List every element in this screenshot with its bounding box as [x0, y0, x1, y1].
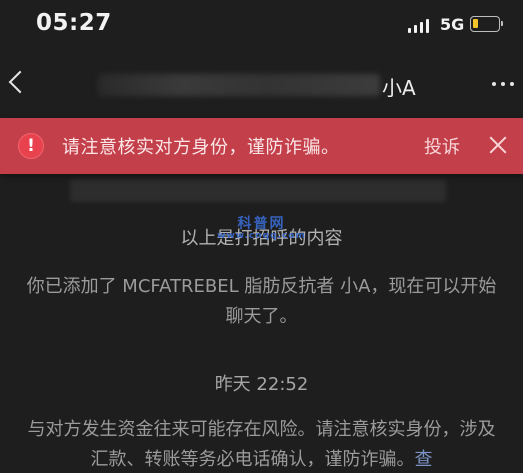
watermark-logo: 科普网 www.cnqq.com	[0, 213, 523, 241]
risk-note-link[interactable]: 查	[415, 449, 433, 470]
signal-icon	[408, 19, 432, 33]
warning-text: 请注意核实对方身份，谨防诈骗。	[62, 137, 340, 158]
friend-added-note: 你已添加了 MCFATREBEL 脂肪反抗者 小A，现在可以开始聊天了。	[26, 276, 497, 327]
nav-bar: 小A	[0, 56, 523, 110]
chevron-left-icon[interactable]	[8, 70, 32, 94]
message-timestamp: 昨天 22:52	[214, 374, 309, 395]
more-dots-icon[interactable]	[492, 82, 516, 88]
chat-screen: 05:27 5G 小A ! 请注意核实对方身份，谨防诈骗。 投诉 以上是打招呼的…	[0, 0, 523, 473]
battery-level	[473, 19, 478, 28]
close-icon[interactable]	[488, 135, 508, 155]
status-time: 05:27	[36, 10, 112, 36]
blurred-message	[70, 180, 446, 202]
network-label: 5G	[440, 15, 465, 34]
blurred-contact-name	[98, 74, 380, 96]
watermark-sub: www.cnqq.com	[217, 231, 306, 241]
watermark-text: 科普网	[237, 216, 286, 232]
fraud-warning-banner: ! 请注意核实对方身份，谨防诈骗。 投诉	[0, 118, 523, 174]
status-bar: 05:27 5G	[0, 0, 523, 52]
risk-warning-note: 与对方发生资金往来可能存在风险。请注意核实身份，涉及汇款、转账等务必电话确认，谨…	[24, 415, 499, 473]
exclamation-circle-icon: !	[18, 133, 44, 159]
chat-title[interactable]: 小A	[382, 72, 416, 101]
report-button[interactable]: 投诉	[424, 133, 460, 159]
battery-icon	[470, 16, 503, 32]
